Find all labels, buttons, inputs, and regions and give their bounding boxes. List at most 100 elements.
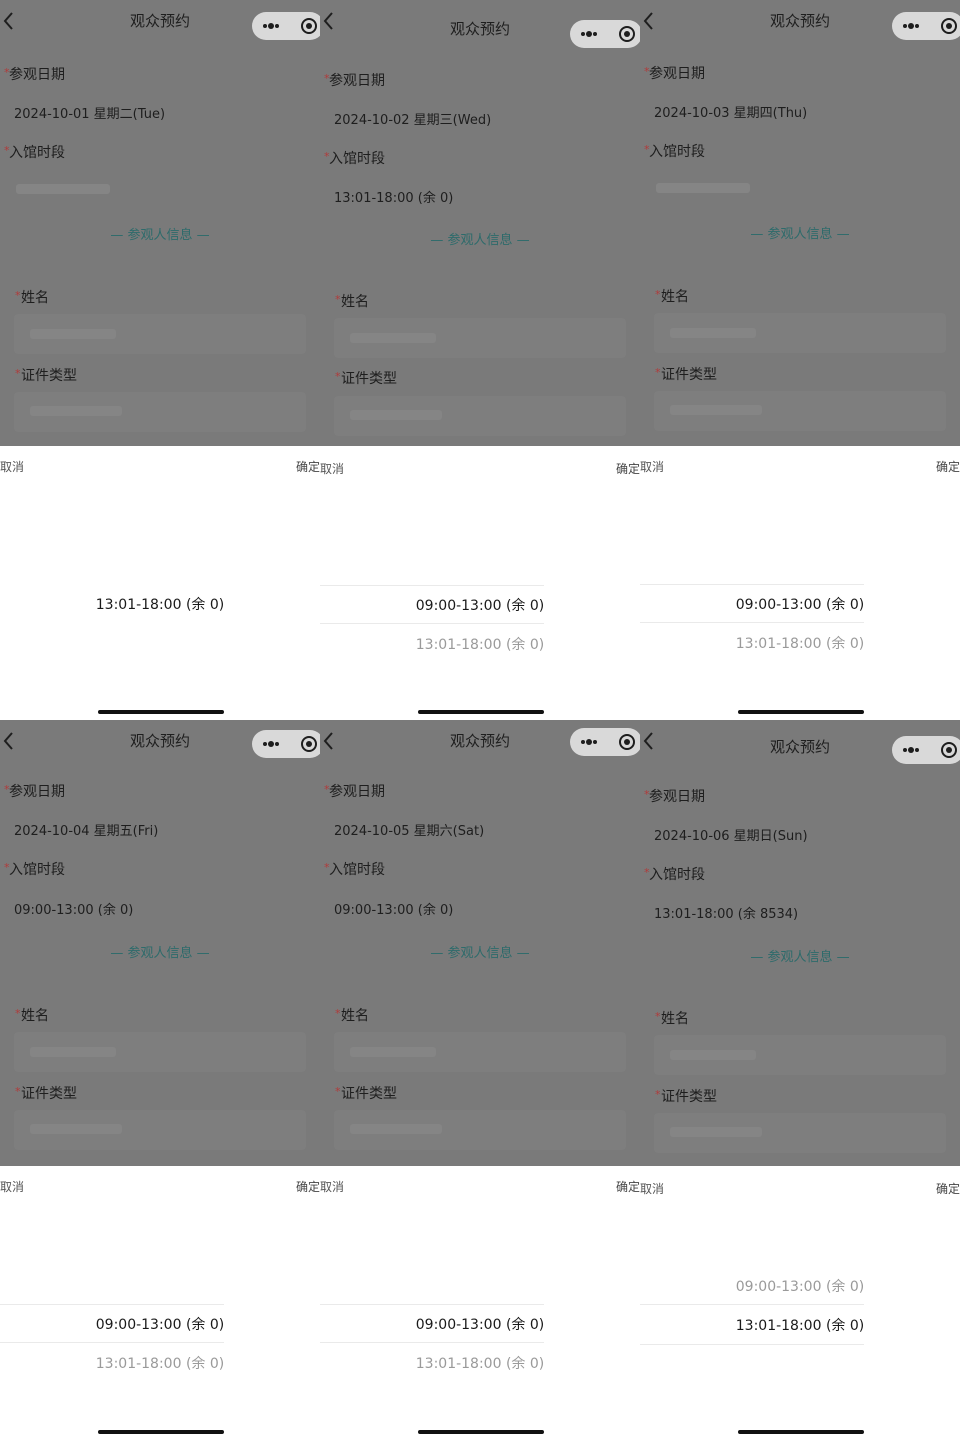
required-mark: * (15, 1007, 21, 1020)
name-placeholder (30, 329, 116, 339)
id-type-label: 证件类型 (341, 371, 397, 387)
mini-program-capsule (892, 736, 960, 764)
time-option[interactable]: 13:01-18:00 (余 0) (320, 634, 640, 654)
name-placeholder (350, 1047, 436, 1057)
id-type-placeholder (670, 1127, 762, 1137)
required-mark: * (655, 288, 661, 301)
mini-program-capsule (570, 728, 640, 756)
mini-program-capsule (252, 730, 320, 758)
picker-selection-line (0, 1304, 224, 1305)
more-icon[interactable] (900, 17, 922, 35)
close-mini-program-icon[interactable] (618, 25, 636, 43)
date-value[interactable]: 2024-10-01 星期二(Tue) (14, 103, 165, 122)
picker-cancel-button[interactable]: 取消 (0, 1178, 24, 1195)
name-label: 姓名 (661, 1011, 689, 1027)
id-type-placeholder (30, 1124, 122, 1134)
picker-cancel-button[interactable]: 取消 (320, 460, 344, 477)
date-value[interactable]: 2024-10-03 星期四(Thu) (654, 102, 807, 121)
more-icon[interactable] (578, 733, 600, 751)
more-icon[interactable] (260, 17, 282, 35)
picker-selection-line (320, 1304, 544, 1305)
date-value[interactable]: 2024-10-05 星期六(Sat) (334, 820, 484, 839)
close-mini-program-icon[interactable] (940, 17, 958, 35)
picker-cancel-button[interactable]: 取消 (0, 458, 24, 475)
time-option[interactable]: 09:00-13:00 (余 0) (640, 1276, 960, 1296)
booking-form: 观众预约 * 参观日期 2024-10-05 星期六(Sat) * 入馆时段 0… (320, 720, 640, 1166)
name-label: 姓名 (341, 294, 369, 310)
phone-screen-6: 观众预约 * 参观日期 2024-10-06 星期日(Sun) * 入馆时段 1… (640, 720, 960, 1440)
picker-confirm-button[interactable]: 确定 (936, 1180, 960, 1197)
date-label: 参观日期 (329, 784, 385, 800)
id-type-label: 证件类型 (21, 1086, 77, 1102)
mini-program-capsule (252, 12, 320, 40)
phone-screen-4: 观众预约 * 参观日期 2024-10-04 星期五(Fri) * 入馆时段 0… (0, 720, 320, 1440)
phone-screen-2: 观众预约 * 参观日期 2024-10-02 星期三(Wed) * 入馆时段 1… (320, 0, 640, 720)
time-label: 入馆时段 (329, 151, 385, 167)
picker-confirm-button[interactable]: 确定 (616, 460, 640, 477)
time-value[interactable]: 13:01-18:00 (余 8534) (654, 903, 798, 922)
date-label: 参观日期 (649, 66, 705, 82)
picker-selection-line (640, 1344, 864, 1345)
picker-confirm-button[interactable]: 确定 (296, 1178, 320, 1195)
time-option[interactable]: 13:01-18:00 (余 0) (320, 1353, 640, 1373)
time-value[interactable]: 13:01-18:00 (余 0) (334, 187, 453, 206)
time-placeholder[interactable] (656, 183, 750, 193)
picker-confirm-button[interactable]: 确定 (936, 458, 960, 475)
date-value[interactable]: 2024-10-06 星期日(Sun) (654, 825, 808, 844)
id-type-placeholder (30, 406, 122, 416)
close-mini-program-icon[interactable] (618, 733, 636, 751)
booking-form: 观众预约 * 参观日期 2024-10-06 星期日(Sun) * 入馆时段 1… (640, 720, 960, 1166)
phone-screen-1: 观众预约 * 参观日期 2024-10-01 星期二(Tue) * 入馆时段 —… (0, 0, 320, 720)
required-mark: * (335, 1085, 341, 1098)
picker-cancel-button[interactable]: 取消 (320, 1178, 344, 1195)
phone-screen-3: 观众预约 * 参观日期 2024-10-03 星期四(Thu) * 入馆时段 —… (640, 0, 960, 720)
home-indicator (418, 1430, 544, 1434)
more-icon[interactable] (578, 25, 600, 43)
more-icon[interactable] (260, 735, 282, 753)
date-value[interactable]: 2024-10-02 星期三(Wed) (334, 109, 491, 128)
home-indicator (738, 710, 864, 714)
name-label: 姓名 (21, 290, 49, 306)
date-label: 参观日期 (9, 67, 65, 83)
picker-cancel-button[interactable]: 取消 (640, 458, 664, 475)
id-type-placeholder (350, 1124, 442, 1134)
date-label: 参观日期 (9, 784, 65, 800)
time-option[interactable]: 13:01-18:00 (余 0) (640, 633, 960, 653)
picker-confirm-button[interactable]: 确定 (616, 1178, 640, 1195)
visitor-info-title: — 参观人信息 — (110, 228, 210, 243)
time-value[interactable]: 09:00-13:00 (余 0) (14, 899, 133, 918)
time-option[interactable]: 09:00-13:00 (余 0) (0, 1314, 320, 1334)
name-label: 姓名 (21, 1008, 49, 1024)
picker-selection-line (320, 585, 544, 586)
time-option[interactable]: 09:00-13:00 (余 0) (320, 595, 640, 615)
id-type-placeholder (670, 405, 762, 415)
picker-selection-line (640, 622, 864, 623)
time-option[interactable]: 13:01-18:00 (余 0) (0, 1353, 320, 1373)
visitor-info-title: — 参观人信息 — (750, 950, 850, 965)
more-icon[interactable] (900, 741, 922, 759)
close-mini-program-icon[interactable] (940, 741, 958, 759)
name-label: 姓名 (341, 1008, 369, 1024)
picker-cancel-button[interactable]: 取消 (640, 1180, 664, 1197)
time-option[interactable]: 13:01-18:00 (余 0) (0, 594, 320, 614)
visitor-info-title: — 参观人信息 — (110, 946, 210, 961)
mini-program-capsule (892, 12, 960, 40)
time-option[interactable]: 09:00-13:00 (余 0) (320, 1314, 640, 1334)
visitor-info-title: — 参观人信息 — (430, 946, 530, 961)
picker-confirm-button[interactable]: 确定 (296, 458, 320, 475)
date-value[interactable]: 2024-10-04 星期五(Fri) (14, 820, 158, 839)
home-indicator (418, 710, 544, 714)
close-mini-program-icon[interactable] (300, 735, 318, 753)
id-type-placeholder (350, 410, 442, 420)
booking-form: 观众预约 * 参观日期 2024-10-02 星期三(Wed) * 入馆时段 1… (320, 0, 640, 446)
time-option[interactable]: 13:01-18:00 (余 0) (640, 1315, 960, 1335)
screenshot-grid: 观众预约 * 参观日期 2024-10-01 星期二(Tue) * 入馆时段 —… (0, 0, 960, 1440)
required-mark: * (335, 293, 341, 306)
time-label: 入馆时段 (9, 145, 65, 161)
time-placeholder[interactable] (16, 184, 110, 194)
time-value[interactable]: 09:00-13:00 (余 0) (334, 899, 453, 918)
name-placeholder (670, 1050, 756, 1060)
required-mark: * (335, 370, 341, 383)
close-mini-program-icon[interactable] (300, 17, 318, 35)
time-option[interactable]: 09:00-13:00 (余 0) (640, 594, 960, 614)
